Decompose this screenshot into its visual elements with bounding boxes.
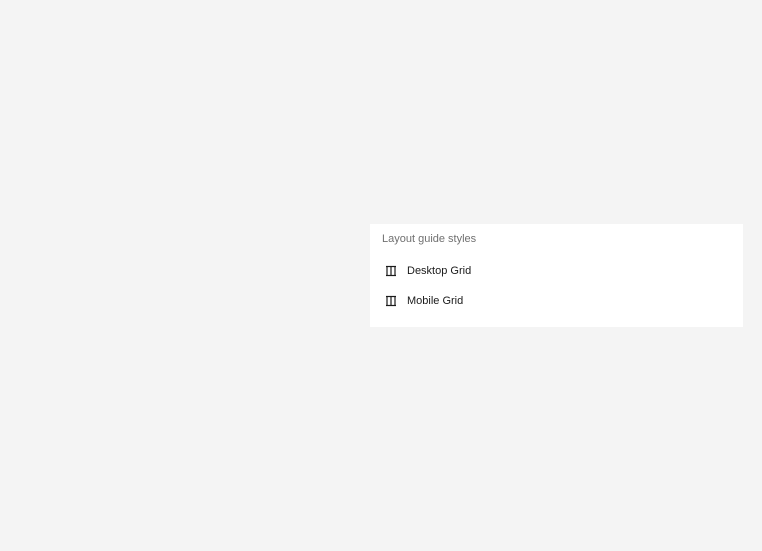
style-item-label: Desktop Grid — [407, 265, 472, 277]
layout-grid-columns-icon — [384, 264, 398, 278]
style-item-mobile-grid[interactable]: Mobile Grid — [370, 286, 743, 316]
layout-grid-columns-icon — [384, 294, 398, 308]
panel-title: Layout guide styles — [382, 233, 477, 245]
style-item-label: Mobile Grid — [407, 295, 464, 307]
style-item-desktop-grid[interactable]: Desktop Grid — [370, 256, 743, 286]
layout-guide-styles-panel: Layout guide styles Desktop Grid Mobile … — [370, 224, 743, 327]
